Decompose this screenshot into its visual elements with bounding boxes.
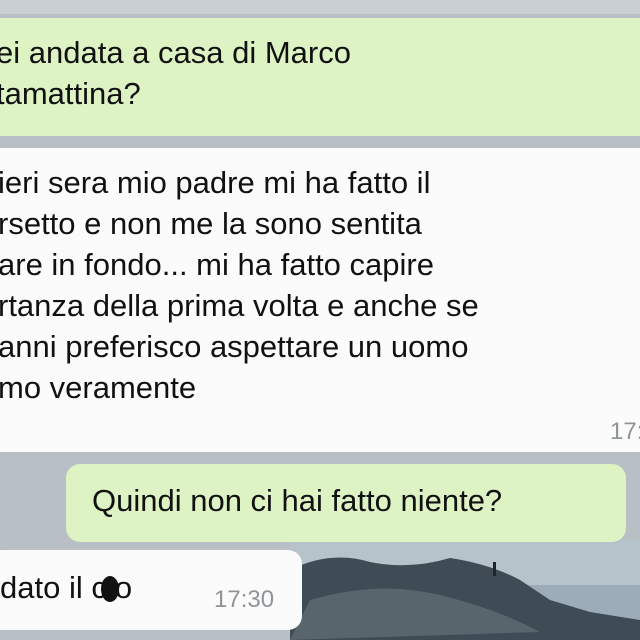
message-line: anni preferisco aspettare un uomo [0, 329, 469, 364]
message-timestamp: 17:30 [214, 586, 275, 613]
message-timestamp: 17:2 [610, 418, 640, 445]
chat-wallpaper-scenery [290, 540, 640, 640]
message-text-start: dato il c [0, 570, 107, 605]
message-line: mo veramente [0, 370, 197, 405]
message-text-end: o [114, 570, 133, 605]
message-bubble-outgoing[interactable]: Quindi non ci hai fatto niente? [66, 464, 626, 542]
message-line: are in fondo... mi ha fatto capire [0, 247, 434, 282]
message-line: ieri sera mio padre mi ha fatto il [0, 165, 431, 200]
message-line: rtanza della prima volta e anche se [0, 288, 479, 323]
message-line: Quindi non ci hai fatto niente? [92, 483, 503, 518]
chat-header-strip [0, 0, 640, 14]
message-line: ei andata a casa di Marco [0, 35, 351, 70]
message-line: tamattina? [0, 76, 141, 111]
message-line: rsetto e non me la sono sentita [0, 206, 422, 241]
wallpaper-figure [493, 562, 496, 576]
message-bubble-outgoing[interactable]: ei andata a casa di Marco tamattina? [0, 18, 640, 136]
message-bubble-incoming[interactable]: ieri sera mio padre mi ha fatto il rsett… [0, 148, 640, 452]
